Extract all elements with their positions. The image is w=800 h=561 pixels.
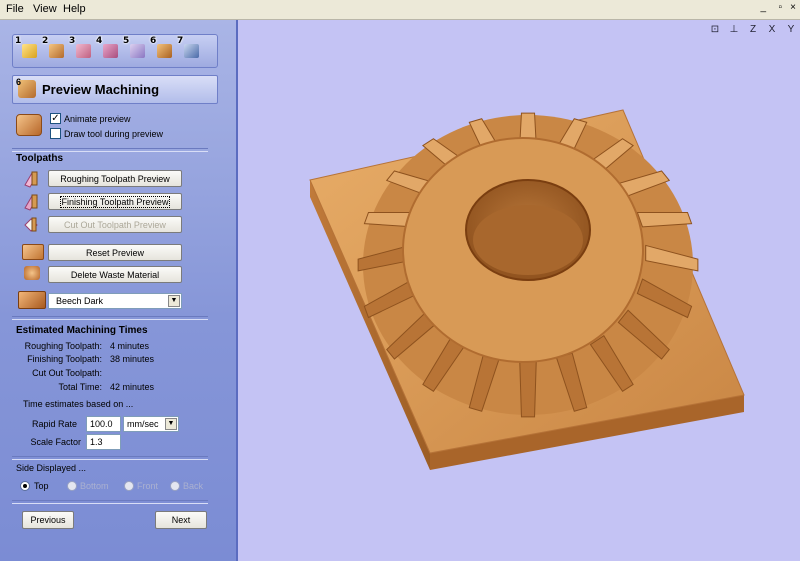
material-select[interactable]: Beech Dark ▼: [48, 293, 182, 309]
reset-preview-label: Reset Preview: [85, 248, 145, 258]
total-time-value: 42 minutes: [110, 382, 155, 392]
side-bottom-radio[interactable]: [67, 481, 77, 491]
toolbar-button-3[interactable]: 3: [69, 36, 94, 61]
save-icon: [184, 44, 199, 58]
rate-unit-value: mm/sec: [127, 419, 159, 429]
toolbar-button-5[interactable]: 5: [123, 36, 148, 61]
roughing-time-label: Roughing Toolpath:: [24, 341, 102, 351]
minimize-icon[interactable]: _: [760, 2, 766, 13]
job-setup-icon: [49, 44, 64, 58]
next-label: Next: [171, 515, 191, 525]
toolbar-number: 3: [69, 36, 76, 46]
toolbar-number: 5: [123, 36, 130, 46]
side-displayed-heading: Side Displayed ...: [16, 463, 87, 473]
roughing-preview-label: Roughing Toolpath Preview: [60, 174, 170, 184]
tool-preview-icon: [16, 114, 42, 136]
menu-help[interactable]: Help: [63, 3, 86, 15]
chevron-down-icon[interactable]: ▼: [168, 295, 180, 307]
draw-tool-checkbox[interactable]: [50, 128, 61, 139]
side-top-label: Top: [34, 481, 49, 491]
preview-icon: [157, 44, 172, 58]
toolbar-button-6[interactable]: 6: [150, 36, 175, 61]
page-header: 6 Preview Machining: [12, 75, 218, 104]
side-back-label: Back: [183, 481, 204, 491]
toolbar-button-2[interactable]: 2: [42, 36, 67, 61]
cutout-toolpath-icon: [22, 216, 40, 234]
toolbar-number: 7: [177, 36, 184, 46]
finishing-preview-label: Finishing Toolpath Preview: [59, 196, 171, 208]
finishing-toolpath-icon: [22, 193, 40, 211]
previous-label: Previous: [30, 515, 66, 525]
waste-material-icon: [24, 266, 40, 280]
cutout-preview-label: Cut Out Toolpath Preview: [64, 220, 166, 230]
time-estimates-note: Time estimates based on ...: [23, 399, 134, 409]
toolbar-button-7[interactable]: 7: [177, 36, 202, 61]
roughing-icon: [103, 44, 118, 58]
model-icon: [76, 44, 91, 58]
rate-unit-select[interactable]: mm/sec ▼: [123, 416, 179, 432]
material-value: Beech Dark: [56, 296, 104, 306]
machined-part-render: [309, 109, 745, 470]
rapid-rate-label: Rapid Rate: [31, 419, 77, 429]
restore-icon[interactable]: ▫: [778, 2, 782, 13]
delete-waste-button[interactable]: Delete Waste Material: [48, 266, 182, 283]
toolbar-button-1[interactable]: 1: [15, 36, 40, 61]
header-step-number: 6: [16, 77, 22, 87]
rapid-rate-value: 100.0: [90, 419, 113, 429]
total-time-label: Total Time:: [58, 382, 102, 392]
preview-machining-panel: 1 2 3 4 5 6 7 6 Preview Machining ✓ Anim…: [0, 20, 238, 561]
toolbar-button-4[interactable]: 4: [96, 36, 121, 61]
gear-tooth: [519, 360, 537, 418]
cutout-time-label: Cut Out Toolpath:: [32, 368, 102, 378]
toolpaths-heading: Toolpaths: [16, 153, 64, 164]
finishing-preview-button[interactable]: Finishing Toolpath Preview: [48, 193, 182, 210]
delete-waste-label: Delete Waste Material: [70, 270, 160, 280]
rapid-rate-input[interactable]: 100.0: [86, 416, 121, 432]
next-button[interactable]: Next: [155, 511, 207, 529]
material-swatch-icon: [18, 291, 46, 309]
side-back-radio[interactable]: [170, 481, 180, 491]
finishing-time-label: Finishing Toolpath:: [27, 354, 102, 364]
3d-viewport[interactable]: ⊡ ⊥ Z X Y: [238, 20, 800, 561]
separator: [12, 148, 208, 152]
cutout-preview-button[interactable]: Cut Out Toolpath Preview: [48, 216, 182, 233]
menu-file[interactable]: File: [6, 3, 24, 15]
open-file-icon: [22, 44, 37, 58]
reset-preview-button[interactable]: Reset Preview: [48, 244, 182, 261]
toolbar-number: 1: [15, 36, 22, 46]
animate-preview-checkbox[interactable]: ✓: [50, 113, 61, 124]
menu-bar: File View Help _ ▫ ×: [0, 0, 800, 20]
side-front-label: Front: [137, 481, 159, 491]
animate-preview-label: Animate preview: [64, 114, 131, 124]
finishing-time-value: 38 minutes: [110, 354, 155, 364]
toolbar-number: 2: [42, 36, 49, 46]
draw-tool-label: Draw tool during preview: [64, 129, 164, 139]
side-bottom-label: Bottom: [80, 481, 109, 491]
page-title: Preview Machining: [42, 82, 160, 97]
scale-factor-input[interactable]: 1.3: [86, 434, 121, 450]
roughing-time-value: 4 minutes: [110, 341, 150, 351]
finishing-icon: [130, 44, 145, 58]
menu-view[interactable]: View: [33, 3, 57, 15]
chevron-down-icon[interactable]: ▼: [165, 418, 177, 430]
scale-factor-label: Scale Factor: [30, 437, 81, 447]
roughing-toolpath-icon: [22, 170, 40, 188]
scale-factor-value: 1.3: [90, 437, 103, 447]
toolbar-number: 4: [96, 36, 103, 46]
side-front-radio[interactable]: [124, 481, 134, 491]
close-icon[interactable]: ×: [790, 2, 796, 13]
wizard-toolbar: 1 2 3 4 5 6 7: [12, 34, 218, 68]
reset-block-icon: [22, 244, 44, 260]
previous-button[interactable]: Previous: [22, 511, 74, 529]
side-top-radio[interactable]: [20, 481, 30, 491]
separator: [12, 456, 208, 460]
separator: [12, 316, 208, 320]
roughing-preview-button[interactable]: Roughing Toolpath Preview: [48, 170, 182, 187]
separator: [12, 500, 208, 504]
machining-times-heading: Estimated Machining Times: [16, 325, 148, 336]
toolbar-number: 6: [150, 36, 157, 46]
